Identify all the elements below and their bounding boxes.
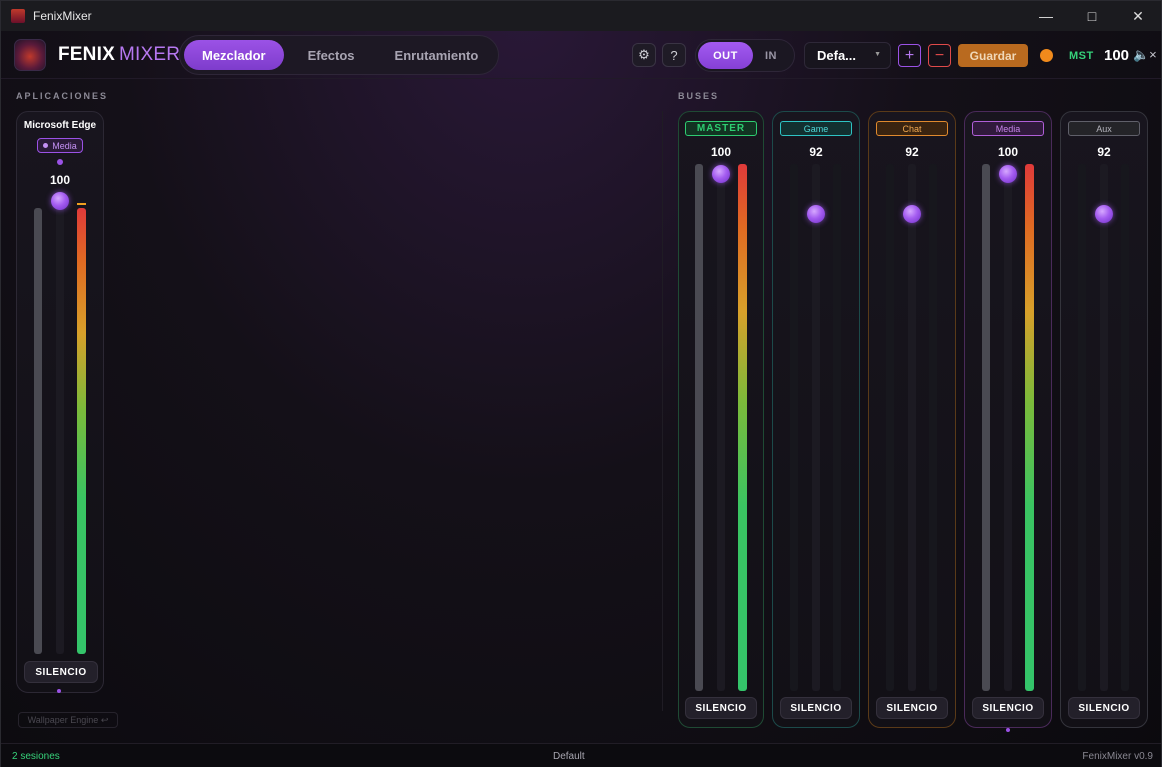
silence-button[interactable]: SILENCIO (780, 697, 852, 719)
silence-button[interactable]: SILENCIO (876, 697, 948, 719)
apps-section-title: APLICACIONES (16, 91, 109, 101)
level-meter (1121, 164, 1129, 691)
help-icon[interactable]: ? (662, 43, 686, 67)
app-name: Microsoft Edge (23, 120, 97, 131)
level-meter (833, 164, 841, 691)
level-meter (77, 208, 86, 654)
output-toggle-button[interactable]: OUT (698, 42, 753, 69)
level-meter (929, 164, 937, 691)
bus-name: Game (780, 121, 852, 136)
bus-volume-value: 92 (905, 145, 919, 159)
volume-slider-knob[interactable] (903, 205, 921, 223)
bus-volume-value: 92 (809, 145, 823, 159)
volume-slider-knob[interactable] (712, 165, 730, 183)
peak-meter (982, 164, 990, 691)
status-dot (1040, 49, 1053, 62)
speaker-mute-icon[interactable]: 🔈× (1133, 47, 1157, 63)
volume-slider-knob[interactable] (1095, 205, 1113, 223)
silence-button[interactable]: SILENCIO (24, 661, 98, 683)
bus-name: Chat (876, 121, 948, 136)
level-meter (1025, 164, 1034, 691)
volume-slider-track[interactable] (717, 164, 725, 691)
phoenix-logo-icon (14, 38, 46, 71)
level-meter (738, 164, 747, 691)
save-button[interactable]: Guardar (958, 44, 1028, 67)
silence-button[interactable]: SILENCIO (972, 697, 1044, 719)
input-toggle-button[interactable]: IN (765, 50, 777, 62)
volume-slider-knob[interactable] (999, 165, 1017, 183)
settings-gear-icon[interactable]: ⚙ (632, 43, 656, 67)
chevron-down-icon: ▼ (874, 51, 881, 58)
session-count: 2 sesiones (12, 751, 60, 762)
app-volume-value: 100 (49, 173, 71, 187)
bus-volume-value: 100 (997, 145, 1019, 159)
peak-meter (1078, 164, 1086, 691)
bus-strip-media: Media 100 SILENCIO (964, 111, 1052, 728)
bus-volume-value: 100 (710, 145, 732, 159)
brand-name: FENIX MIXER (58, 44, 180, 66)
app-icon (11, 9, 25, 23)
volume-slider-track[interactable] (1100, 164, 1108, 691)
bus-name: Media (972, 121, 1044, 136)
bus-name: Aux (1068, 121, 1140, 136)
active-profile: Default (553, 751, 585, 762)
app-header: FENIX MIXER Mezclador Efectos Enrutamient… (1, 31, 1161, 79)
bus-strip-aux: Aux 92 SILENCIO (1060, 111, 1148, 728)
bus-strip-master: MASTER 100 SILENCIO (678, 111, 764, 728)
io-toggle: OUT IN (695, 39, 795, 72)
main-tabs: Mezclador Efectos Enrutamiento (179, 35, 499, 75)
volume-slider-track[interactable] (812, 164, 820, 691)
tab-enrutamiento[interactable]: Enrutamiento (377, 40, 497, 70)
volume-slider-knob[interactable] (51, 192, 69, 210)
brand-primary: FENIX (58, 43, 115, 65)
peak-meter (886, 164, 894, 691)
bus-assignment-label: Media (52, 140, 77, 151)
minimize-button[interactable]: — (1023, 1, 1069, 31)
bus-assignment-tag[interactable]: Media (37, 138, 83, 153)
tab-efectos[interactable]: Efectos (290, 40, 373, 70)
app-version: FenixMixer v0.9 (1082, 751, 1153, 762)
silence-button[interactable]: SILENCIO (1068, 697, 1140, 719)
bus-name: MASTER (685, 121, 757, 136)
app-strip-microsoft-edge: Microsoft Edge Media 100 SILENCIO (16, 111, 104, 693)
volume-slider-track[interactable] (1004, 164, 1012, 691)
meter-peak-cap (77, 203, 86, 205)
status-bar: 2 sesiones Default FenixMixer v0.9 (1, 743, 1161, 767)
silence-button[interactable]: SILENCIO (685, 697, 757, 719)
route-connector (1006, 728, 1010, 732)
close-button[interactable]: ✕ (1115, 1, 1161, 31)
peak-meter (34, 208, 42, 654)
preset-value: Defa... (817, 48, 857, 63)
bus-strip-chat: Chat 92 SILENCIO (868, 111, 956, 728)
buses-section-title: BUSES (678, 91, 720, 101)
master-label: MST (1069, 50, 1094, 62)
volume-slider-knob[interactable] (807, 205, 825, 223)
inactive-app-name: Wallpaper Engine (27, 715, 99, 725)
brand-secondary: MIXER (118, 43, 181, 65)
maximize-button[interactable]: □ (1069, 1, 1115, 31)
window-title: FenixMixer (33, 9, 92, 23)
master-volume-value: 100 (1104, 47, 1130, 64)
bus-strip-game: Game 92 SILENCIO (772, 111, 860, 728)
section-divider (662, 111, 663, 711)
volume-slider-track[interactable] (56, 192, 64, 654)
title-bar: FenixMixer — □ ✕ (1, 1, 1161, 31)
add-preset-button[interactable]: + (898, 44, 921, 67)
volume-slider-track[interactable] (908, 164, 916, 691)
tag-dot-icon (43, 143, 49, 148)
inactive-app-wallpaper-engine[interactable]: Wallpaper Engine ↩ (18, 712, 118, 728)
route-connector (57, 689, 61, 693)
route-dot (57, 159, 63, 165)
tab-mezclador[interactable]: Mezclador (184, 40, 284, 70)
peak-meter (790, 164, 798, 691)
app-window: FenixMixer — □ ✕ FENIX MIXER Mezclador Ef… (0, 0, 1162, 767)
peak-meter (695, 164, 703, 691)
remove-preset-button[interactable]: − (928, 44, 951, 67)
preset-select[interactable]: Defa... ▼ (804, 42, 891, 69)
bus-volume-value: 92 (1097, 145, 1111, 159)
